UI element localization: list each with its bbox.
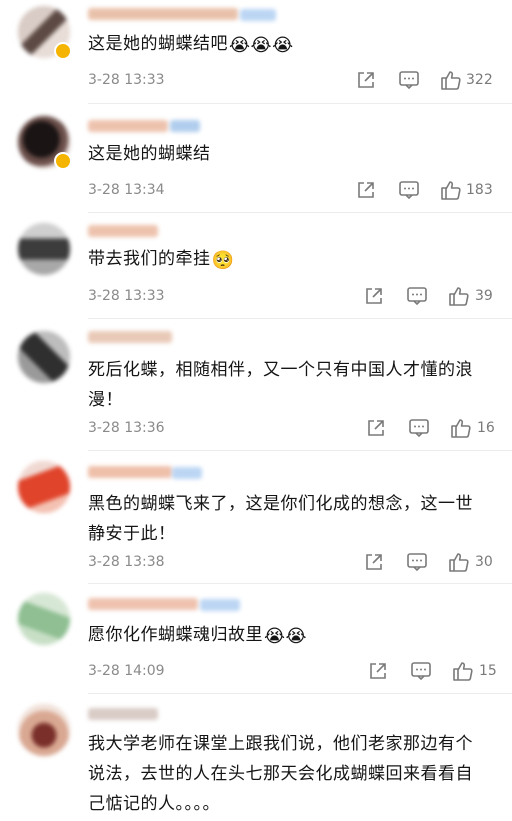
user-level-badge [172, 467, 202, 479]
thumbs-up-icon[interactable] [452, 660, 474, 682]
comment-text: 黑色的蝴蝶飞来了，这是你们化成的想念，这一世静安于此！ [88, 494, 473, 544]
username-suffix [170, 120, 200, 132]
avatar[interactable] [18, 704, 70, 756]
comment-text: 愿你化作蝴蝶魂归故里😭😭 [88, 625, 308, 647]
comment-feed: 这是她的蝴蝶结吧😭😭😭 3-28 13:33 322 这是她的蝴蝶结 3-28 … [0, 0, 512, 821]
comment-text: 这是她的蝴蝶结 [88, 144, 211, 164]
divider [88, 212, 512, 213]
share-icon[interactable] [364, 286, 384, 308]
username[interactable] [88, 466, 172, 478]
avatar[interactable] [18, 331, 70, 383]
share-icon[interactable] [364, 552, 384, 574]
comment-time: 3-28 13:36 [88, 420, 165, 436]
share-icon[interactable] [356, 180, 376, 202]
username[interactable] [88, 598, 198, 610]
divider [88, 693, 512, 694]
comment-time: 3-28 13:33 [88, 288, 165, 304]
username[interactable] [88, 120, 168, 132]
comment-text: 带去我们的牵挂🥺 [88, 249, 235, 271]
pleading-emoji: 🥺 [211, 250, 235, 271]
comment-time: 3-28 13:34 [88, 182, 165, 198]
comment-icon[interactable] [398, 180, 420, 202]
avatar[interactable] [18, 593, 70, 645]
crying-emoji: 😭😭 [264, 626, 308, 647]
comment-text: 这是她的蝴蝶结吧😭😭😭 [88, 34, 294, 56]
comment-icon[interactable] [410, 661, 432, 683]
thumbs-up-icon[interactable] [440, 69, 462, 91]
share-icon[interactable] [366, 418, 386, 440]
divider [88, 103, 512, 104]
crying-emoji: 😭😭😭 [229, 35, 294, 56]
thumbs-up-icon[interactable] [448, 285, 470, 307]
comment-icon[interactable] [408, 418, 430, 440]
user-level-badge [240, 9, 276, 21]
like-count: 322 [466, 72, 493, 88]
verified-badge [54, 42, 72, 60]
comment-icon[interactable] [406, 552, 428, 574]
username[interactable] [88, 331, 172, 343]
username[interactable] [88, 225, 158, 237]
thumbs-up-icon[interactable] [440, 179, 462, 201]
username[interactable] [88, 708, 158, 720]
like-count: 15 [479, 663, 497, 679]
like-count: 183 [466, 182, 493, 198]
comment-icon[interactable] [406, 286, 428, 308]
comment-text: 我大学老师在课堂上跟我们说，他们老家那边有个说法，去世的人在头七那天会化成蝴蝶回… [88, 734, 473, 814]
like-count: 30 [475, 554, 493, 570]
comment-time: 3-28 13:38 [88, 554, 165, 570]
divider [88, 450, 512, 451]
share-icon[interactable] [368, 661, 388, 683]
verified-badge [54, 152, 72, 170]
username[interactable] [88, 8, 238, 20]
avatar[interactable] [18, 223, 70, 275]
like-count: 39 [475, 288, 493, 304]
comment-time: 3-28 13:33 [88, 72, 165, 88]
like-count: 16 [477, 420, 495, 436]
comment-icon[interactable] [398, 70, 420, 92]
thumbs-up-icon[interactable] [450, 417, 472, 439]
share-icon[interactable] [356, 70, 376, 92]
comment-time: 3-28 14:09 [88, 663, 165, 679]
divider [88, 583, 512, 584]
user-level-badge [200, 599, 240, 611]
thumbs-up-icon[interactable] [448, 551, 470, 573]
divider [88, 318, 512, 319]
avatar[interactable] [18, 461, 70, 513]
comment-text: 死后化蝶，相随相伴，又一个只有中国人才懂的浪漫！ [88, 360, 473, 410]
